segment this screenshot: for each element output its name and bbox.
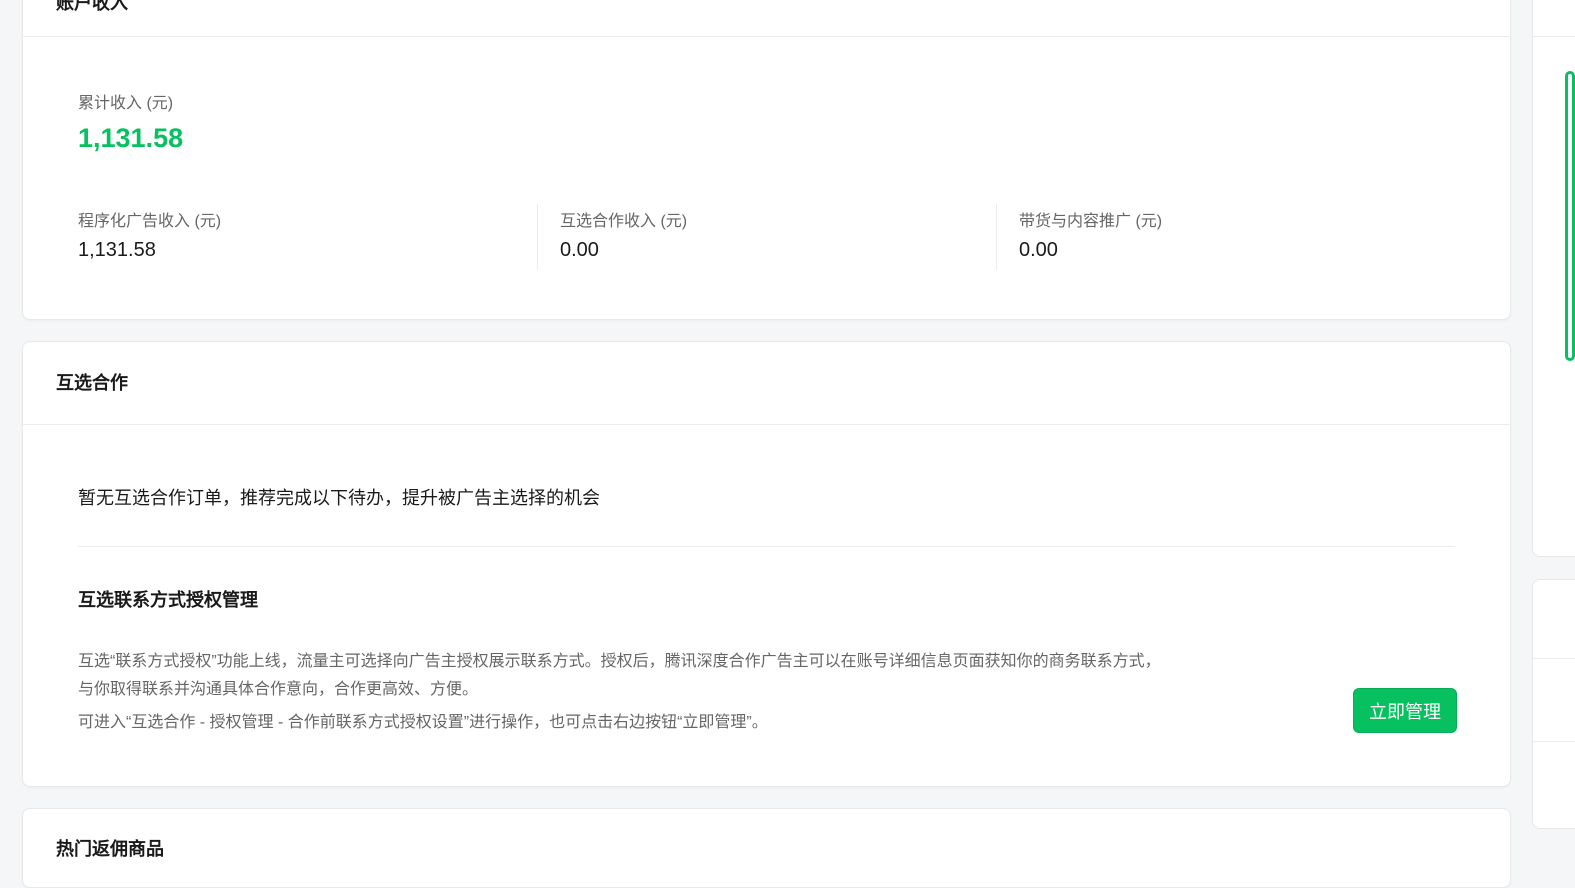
income-card-header: 账户收入 [23, 0, 1510, 37]
divider [78, 546, 1455, 547]
mutual-title: 互选合作 [56, 373, 128, 393]
auth-desc-3: 可进入“互选合作 - 授权管理 - 合作前联系方式授权设置”进行操作，也可点击右… [78, 714, 768, 731]
hot-products-card: 热门返佣商品 [22, 808, 1511, 888]
auth-desc-1: 互选“联系方式授权”功能上线，流量主可选择向广告主授权展示联系方式。授权后，腾讯… [78, 653, 1161, 670]
manage-now-button[interactable]: 立即管理 [1353, 688, 1457, 733]
mutual-card-header: 互选合作 [23, 342, 1510, 425]
right-sidebar-card-2 [1532, 579, 1575, 829]
commerce-income-label: 带货与内容推广 (元) [1019, 213, 1163, 230]
highlight-panel [1565, 71, 1575, 361]
mutual-cooperation-card: 互选合作 暂无互选合作订单，推荐完成以下待办，提升被广告主选择的机会 互选联系方… [22, 341, 1511, 787]
income-card: 账户收入 累计收入 (元) 1,131.58 程序化广告收入 (元) 1,131… [22, 0, 1511, 320]
total-income-label: 累计收入 (元) [78, 95, 174, 112]
divider [996, 204, 997, 270]
divider [1533, 741, 1575, 742]
auth-desc-2: 与你取得联系并沟通具体合作意向，合作更高效、方便。 [78, 681, 479, 698]
divider [1533, 36, 1575, 37]
divider [1533, 658, 1575, 659]
total-income-value: 1,131.58 [78, 123, 184, 153]
empty-orders-text: 暂无互选合作订单，推荐完成以下待办，提升被广告主选择的机会 [78, 488, 600, 508]
mutual-income-value: 0.00 [560, 239, 599, 261]
auth-title: 互选联系方式授权管理 [78, 590, 258, 610]
programmatic-ad-label: 程序化广告收入 (元) [78, 213, 222, 230]
commerce-income-value: 0.00 [1019, 239, 1058, 261]
right-sidebar-card [1532, 0, 1575, 557]
divider [537, 204, 538, 270]
mutual-income-label: 互选合作收入 (元) [560, 213, 688, 230]
hot-products-title: 热门返佣商品 [56, 839, 164, 859]
programmatic-ad-value: 1,131.58 [78, 239, 156, 261]
income-title: 账户收入 [56, 0, 128, 13]
